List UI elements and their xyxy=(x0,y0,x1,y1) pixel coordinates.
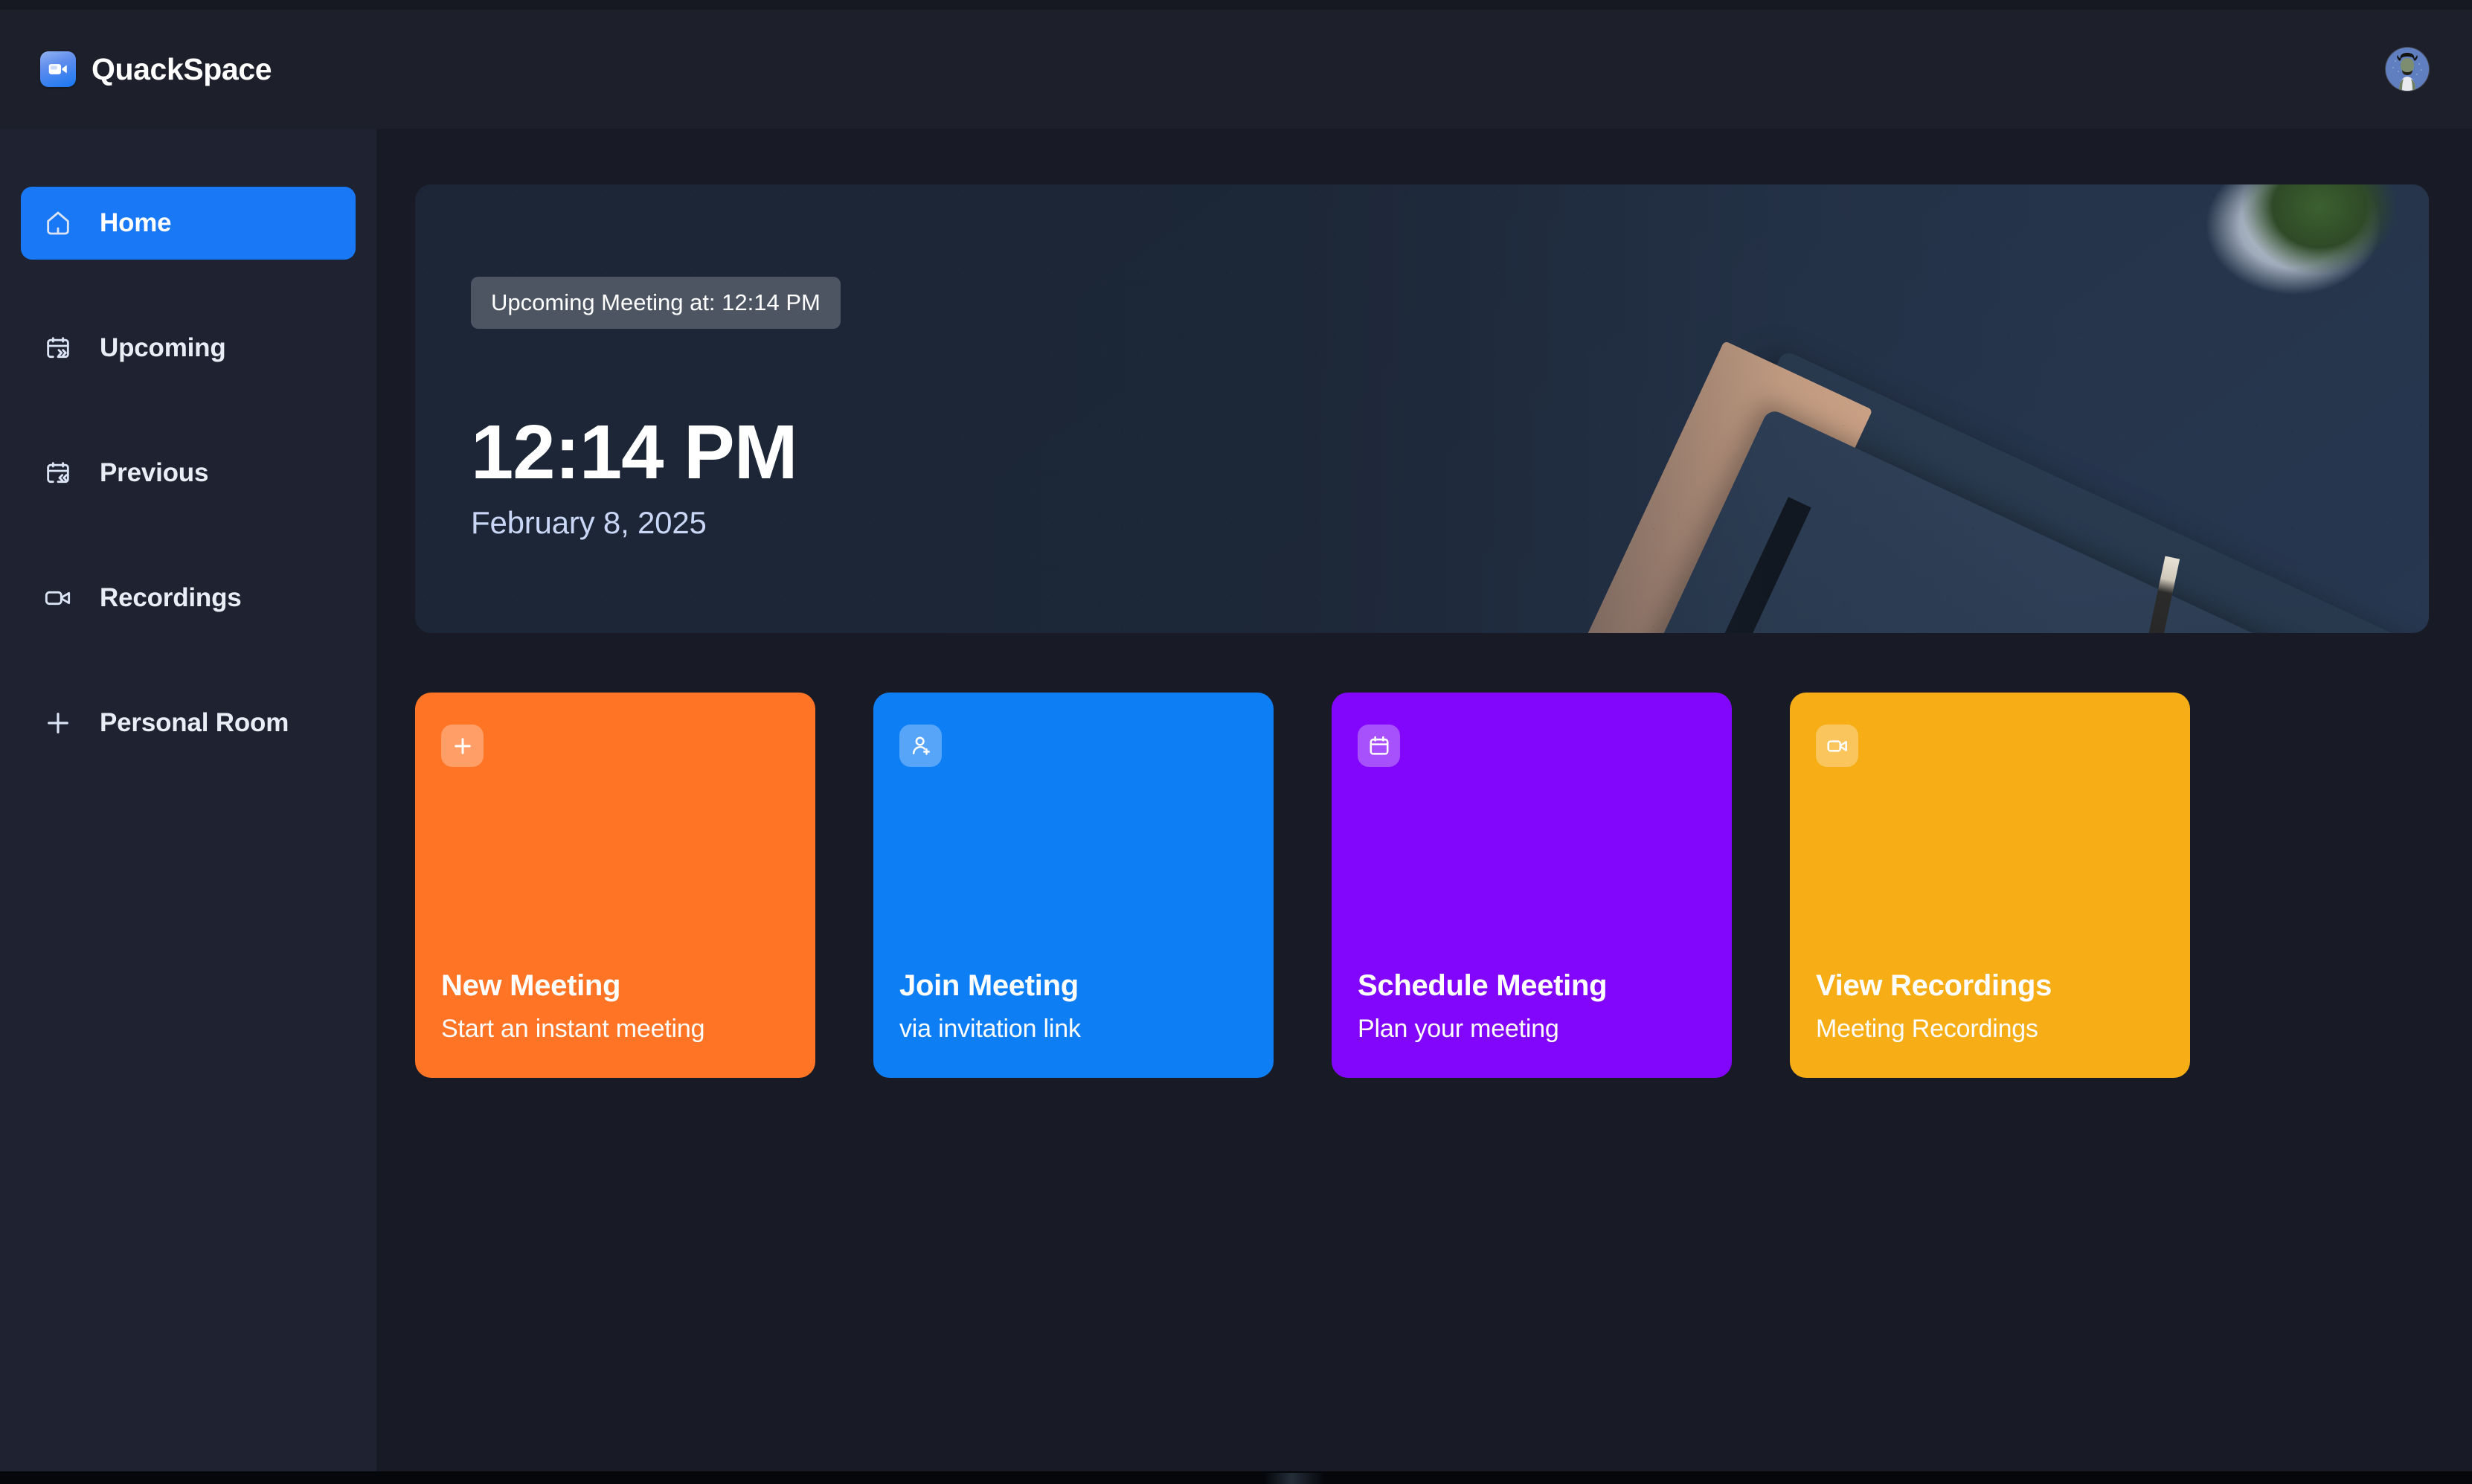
video-camera-icon xyxy=(1816,725,1858,767)
card-title: Join Meeting xyxy=(899,969,1079,1002)
sidebar-item-upcoming[interactable]: Upcoming xyxy=(21,312,356,385)
sidebar-item-label: Home xyxy=(100,208,172,237)
nav-gap xyxy=(0,510,376,562)
action-cards: New Meeting Start an instant meeting Joi… xyxy=(415,693,2427,1078)
card-subtitle: via invitation link xyxy=(899,1015,1081,1043)
home-icon xyxy=(40,205,76,241)
app-header: QuackSpace xyxy=(0,10,2472,129)
video-camera-icon xyxy=(40,51,76,87)
card-title: Schedule Meeting xyxy=(1358,969,1608,1002)
brand-name: QuackSpace xyxy=(92,51,272,86)
calendar-back-icon xyxy=(40,455,76,491)
upcoming-meeting-badge: Upcoming Meeting at: 12:14 PM xyxy=(471,277,841,330)
card-new-meeting[interactable]: New Meeting Start an instant meeting xyxy=(415,693,815,1078)
current-time: 12:14 PM xyxy=(471,409,798,495)
card-title: View Recordings xyxy=(1816,969,2052,1002)
nav-gap xyxy=(0,385,376,437)
sidebar-item-personal-room[interactable]: Personal Room xyxy=(21,687,356,759)
card-text: Schedule Meeting Plan your meeting xyxy=(1358,969,1706,1044)
card-view-recordings[interactable]: View Recordings Meeting Recordings xyxy=(1790,693,2190,1078)
avatar[interactable] xyxy=(2386,48,2429,91)
app-root: QuackSpace Home Upcoming Previous Record… xyxy=(0,10,2472,1471)
sidebar-item-label: Upcoming xyxy=(100,333,226,362)
card-text: New Meeting Start an instant meeting xyxy=(441,969,789,1044)
calendar-icon xyxy=(1358,725,1400,767)
card-subtitle: Meeting Recordings xyxy=(1816,1015,2038,1043)
sidebar-item-label: Previous xyxy=(100,458,209,487)
video-camera-icon xyxy=(40,580,76,616)
hero-content: Upcoming Meeting at: 12:14 PM 12:14 PM F… xyxy=(471,184,841,633)
nav-gap xyxy=(0,260,376,312)
person-add-icon xyxy=(899,725,942,767)
sidebar-item-label: Recordings xyxy=(100,583,242,612)
window-top-strip xyxy=(0,0,2472,10)
sidebar-item-label: Personal Room xyxy=(100,708,289,737)
card-subtitle: Plan your meeting xyxy=(1358,1015,1559,1043)
nav-gap xyxy=(0,635,376,687)
sidebar-item-previous[interactable]: Previous xyxy=(21,437,356,510)
card-text: Join Meeting via invitation link xyxy=(899,969,1248,1044)
sidebar-item-home[interactable]: Home xyxy=(21,187,356,260)
hero-banner: Upcoming Meeting at: 12:14 PM 12:14 PM F… xyxy=(415,184,2429,633)
window-bottom-strip xyxy=(0,1471,2472,1484)
card-join-meeting[interactable]: Join Meeting via invitation link xyxy=(873,693,1274,1078)
current-date: February 8, 2025 xyxy=(471,504,707,540)
plus-icon xyxy=(40,705,76,741)
calendar-forward-icon xyxy=(40,330,76,366)
card-title: New Meeting xyxy=(441,969,621,1002)
card-schedule-meeting[interactable]: Schedule Meeting Plan your meeting xyxy=(1332,693,1732,1078)
sidebar: Home Upcoming Previous Recordings Person… xyxy=(0,129,376,1471)
card-subtitle: Start an instant meeting xyxy=(441,1015,705,1043)
plus-icon xyxy=(441,725,484,767)
brand[interactable]: QuackSpace xyxy=(40,51,272,87)
main-content: Upcoming Meeting at: 12:14 PM 12:14 PM F… xyxy=(376,129,2472,1471)
bottom-strip-highlight xyxy=(1265,1473,1324,1484)
card-text: View Recordings Meeting Recordings xyxy=(1816,969,2164,1044)
sidebar-item-recordings[interactable]: Recordings xyxy=(21,562,356,635)
